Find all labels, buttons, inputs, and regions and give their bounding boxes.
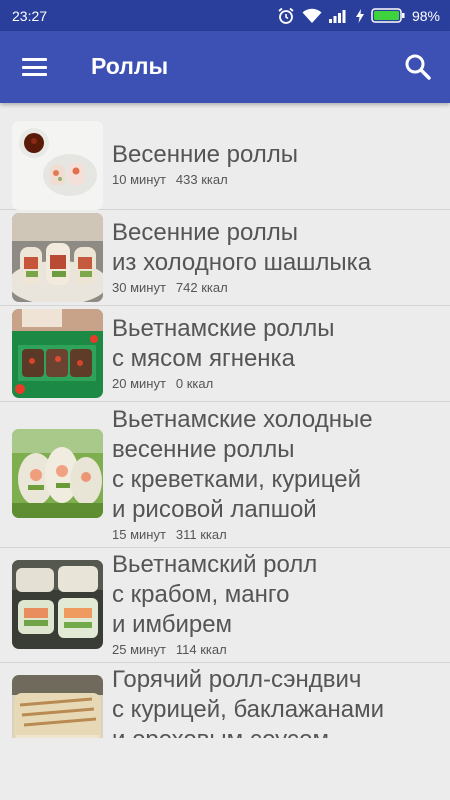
recipe-kcal: 433 ккал [175, 172, 228, 187]
recipe-time: 15 минут [112, 527, 166, 542]
recipe-item[interactable]: Вьетнамский ролл с крабом, манго и имбир… [0, 548, 450, 663]
recipe-kcal: 742 ккал [175, 280, 228, 295]
alarm-icon [278, 7, 294, 24]
recipe-name: Весенние роллы из холодного шашлыка [112, 219, 372, 276]
recipe-meta: 20 минут 0 ккал [112, 376, 440, 391]
recipe-item[interactable]: Весенние роллы 10 минут 433 ккал [0, 111, 450, 210]
recipe-meta: 30 минут 742 ккал [112, 280, 440, 295]
status-time: 23:27 [12, 7, 48, 24]
recipe-meta: 15 минут 311 ккал [112, 527, 440, 542]
recipe-item[interactable]: Вьетнамские роллы с мясом ягненка 20 мин… [0, 306, 450, 402]
signal-icon [328, 10, 346, 23]
recipe-kcal: 0 ккал [175, 376, 214, 391]
menu-button[interactable] [18, 51, 52, 83]
recipe-thumbnail [12, 309, 103, 398]
recipe-name: Вьетнамские роллы с мясом ягненка [112, 315, 335, 372]
recipe-time: 20 минут [112, 376, 166, 391]
recipe-thumbnail [12, 121, 103, 210]
recipe-item[interactable]: Вьетнамские холодные весенние роллы с кр… [0, 402, 450, 548]
recipe-text: Вьетнамский ролл с крабом, манго и имбир… [112, 550, 440, 657]
battery-percent: 98% [411, 7, 440, 24]
recipe-text: Горячий ролл-сэндвич с курицей, баклажан… [112, 665, 440, 738]
recipe-text: Вьетнамские роллы с мясом ягненка 20 мин… [112, 314, 440, 391]
recipe-text: Весенние роллы из холодного шашлыка 30 м… [112, 218, 440, 295]
recipe-thumbnail [12, 213, 103, 302]
recipe-thumbnail [12, 429, 103, 518]
recipe-time: 10 минут [112, 172, 166, 187]
battery-icon [371, 8, 405, 23]
recipe-list: Весенние роллы 10 минут 433 ккал Весенни… [0, 111, 450, 738]
recipe-name: Вьетнамские холодные весенние роллы с кр… [112, 406, 373, 523]
page-title: Роллы [91, 53, 169, 79]
recipe-time: 25 минут [112, 642, 166, 657]
charging-icon [355, 8, 364, 23]
recipe-kcal: 114 ккал [175, 642, 227, 657]
recipe-meta: 10 минут 433 ккал [112, 172, 440, 187]
recipe-name: Весенние роллы [112, 141, 299, 168]
recipe-item[interactable]: Весенние роллы из холодного шашлыка 30 м… [0, 210, 450, 306]
recipe-item[interactable]: Горячий ролл-сэндвич с курицей, баклажан… [0, 663, 450, 738]
search-icon [405, 54, 431, 80]
recipe-meta: 25 минут 114 ккал [112, 642, 440, 657]
recipe-time: 30 минут [112, 280, 166, 295]
wifi-icon [302, 8, 322, 23]
search-button[interactable] [402, 51, 434, 83]
recipe-thumbnail [12, 675, 103, 738]
recipe-text: Вьетнамские холодные весенние роллы с кр… [112, 405, 440, 542]
status-icons: 98% [277, 7, 440, 25]
recipe-name: Вьетнамский ролл с крабом, манго и имбир… [112, 551, 318, 638]
recipe-kcal: 311 ккал [175, 527, 227, 542]
recipe-text: Весенние роллы 10 минут 433 ккал [112, 140, 440, 187]
app-bar: Роллы [0, 31, 450, 103]
recipe-name: Горячий ролл-сэндвич с курицей, баклажан… [112, 666, 385, 738]
recipe-thumbnail [12, 560, 103, 649]
status-bar: 23:27 98% [0, 0, 450, 31]
